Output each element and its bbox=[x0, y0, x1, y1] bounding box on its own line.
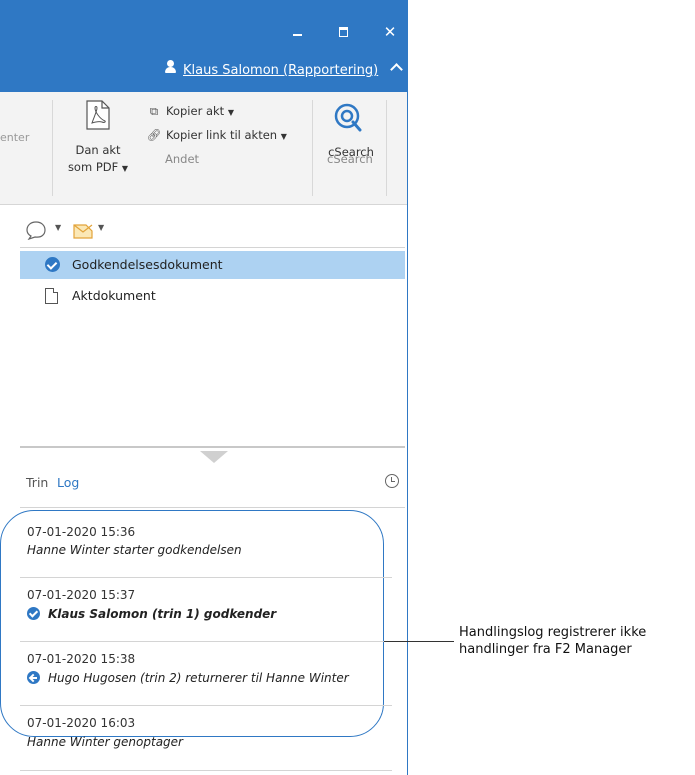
collapse-ribbon-icon[interactable] bbox=[388, 60, 404, 76]
log-text-content: Klaus Salomon (trin 1) godkender bbox=[48, 607, 277, 621]
maximize-icon[interactable] bbox=[334, 22, 354, 42]
log-divider bbox=[20, 705, 392, 706]
splitter-arrow-icon[interactable] bbox=[200, 451, 228, 463]
toolbar-divider bbox=[20, 247, 405, 248]
check-icon bbox=[27, 607, 40, 620]
user-icon bbox=[164, 60, 176, 74]
som-pdf-label: som PDF bbox=[67, 160, 119, 174]
log-date: 07-01-2020 16:03 bbox=[27, 716, 136, 730]
f2-side-panel: ✕ Klaus Salomon (Rapportering) enter Dan… bbox=[0, 0, 408, 775]
log-text: Hugo Hugosen (trin 2) returnerer til Han… bbox=[27, 671, 349, 685]
log-text-content: Hugo Hugosen (trin 2) returnerer til Han… bbox=[48, 671, 349, 685]
pdf-icon bbox=[86, 100, 110, 130]
dan-akt-som-pdf-button[interactable]: Dan akt som PDF ▼ bbox=[68, 98, 128, 180]
callout-text: Handlingslog registrerer ikke handlinger… bbox=[459, 624, 646, 658]
pane-splitter[interactable] bbox=[20, 446, 405, 448]
kopier-akt-button[interactable]: ⧉ Kopier akt ▼ bbox=[146, 104, 234, 122]
cut-off-ribbon-label: enter bbox=[0, 131, 30, 144]
back-arrow-icon bbox=[27, 671, 40, 684]
callout-line-2: handlinger fra F2 Manager bbox=[459, 642, 632, 657]
document-row[interactable]: Aktdokument bbox=[20, 282, 405, 310]
file-icon bbox=[45, 288, 58, 304]
csearch-button[interactable]: cSearch bbox=[322, 100, 382, 180]
link-icon: 🔗︎ bbox=[146, 128, 162, 142]
dropdown-arrow-icon: ▼ bbox=[227, 108, 234, 117]
copy-icon: ⧉ bbox=[149, 104, 159, 118]
callout-line bbox=[384, 641, 454, 642]
csearch-icon bbox=[334, 103, 362, 132]
log-text: Hanne Winter genoptager bbox=[27, 735, 183, 749]
sticky-note-icon[interactable] bbox=[72, 220, 94, 240]
document-row[interactable]: Godkendelsesdokument bbox=[20, 251, 405, 279]
log-date: 07-01-2020 15:38 bbox=[27, 652, 136, 666]
ribbon-separator bbox=[312, 100, 313, 196]
ribbon: enter Dan akt som PDF ▼ ⧉ Kopier akt ▼ 🔗︎… bbox=[0, 92, 407, 205]
dan-akt-label: Dan akt bbox=[75, 143, 121, 157]
kopier-link-label: Kopier link til akten bbox=[166, 128, 278, 142]
ribbon-separator bbox=[52, 100, 53, 196]
comment-dropdown-icon[interactable]: ▼ bbox=[55, 223, 61, 232]
log-date: 07-01-2020 15:37 bbox=[27, 588, 136, 602]
document-label: Aktdokument bbox=[72, 288, 156, 303]
dropdown-arrow-icon: ▼ bbox=[121, 164, 129, 173]
log-divider bbox=[20, 577, 392, 578]
group-label-andet: Andet bbox=[165, 152, 200, 166]
log-text: Hanne Winter starter godkendelsen bbox=[27, 543, 242, 557]
kopier-akt-label: Kopier akt bbox=[166, 104, 225, 118]
tab-log[interactable]: Log bbox=[57, 475, 79, 490]
comment-icon[interactable] bbox=[26, 220, 52, 240]
log-divider bbox=[20, 641, 392, 642]
dropdown-arrow-icon: ▼ bbox=[280, 132, 287, 141]
tab-trin[interactable]: Trin bbox=[26, 475, 48, 490]
log-divider bbox=[20, 770, 392, 771]
minimize-icon[interactable] bbox=[288, 22, 308, 42]
log-text: Klaus Salomon (trin 1) godkender bbox=[27, 607, 276, 621]
user-link[interactable]: Klaus Salomon (Rapportering) bbox=[183, 63, 378, 78]
close-icon[interactable]: ✕ bbox=[380, 22, 400, 42]
ribbon-separator bbox=[386, 100, 387, 196]
log-date: 07-01-2020 15:36 bbox=[27, 525, 136, 539]
document-label: Godkendelsesdokument bbox=[72, 257, 223, 272]
approved-check-icon bbox=[45, 257, 60, 272]
group-label-csearch: cSearch bbox=[327, 152, 373, 166]
callout-line-1: Handlingslog registrerer ikke bbox=[459, 625, 647, 640]
title-bar: ✕ Klaus Salomon (Rapportering) bbox=[0, 0, 407, 92]
note-dropdown-icon[interactable]: ▼ bbox=[98, 223, 104, 232]
tabs-divider bbox=[20, 507, 405, 508]
kopier-link-button[interactable]: 🔗︎ Kopier link til akten ▼ bbox=[146, 128, 287, 146]
clock-icon[interactable] bbox=[385, 474, 399, 488]
